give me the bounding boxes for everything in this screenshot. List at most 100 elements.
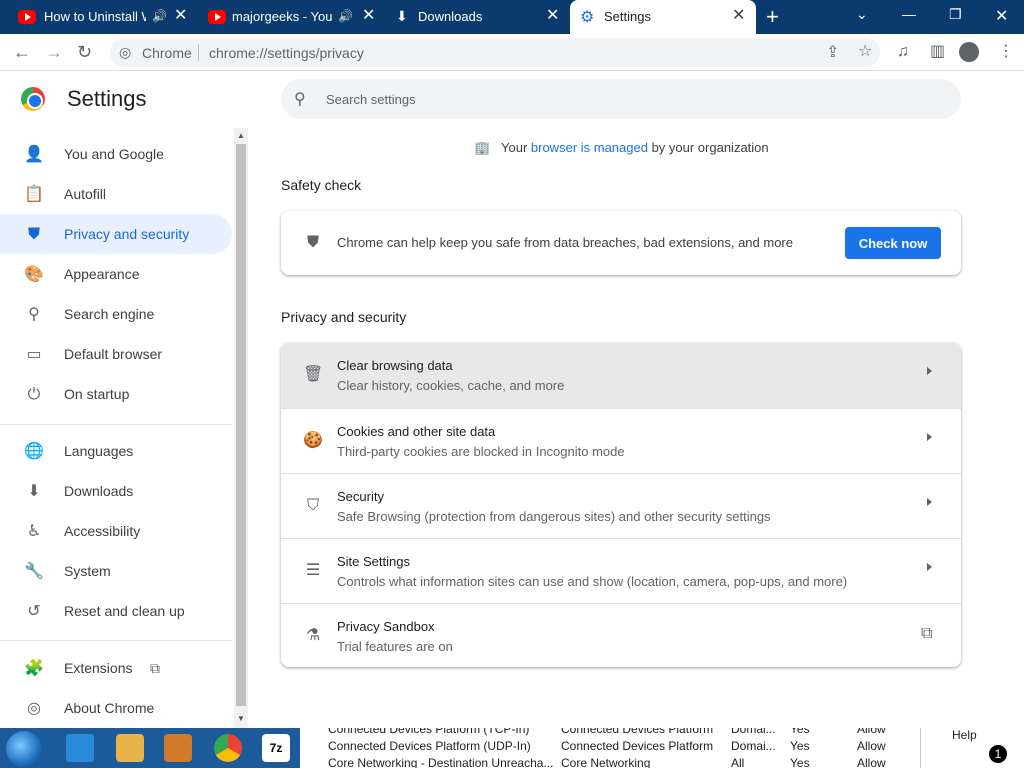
shield-icon: ⛊ (27, 226, 40, 243)
minimize-button[interactable]: — (902, 6, 916, 22)
back-button[interactable]: ← (13, 42, 31, 62)
cookie-icon: 🍪 (303, 432, 323, 449)
scrollbar-thumb[interactable] (236, 144, 246, 706)
flask-icon: ⚗ (305, 627, 321, 644)
new-tab-button[interactable]: + (766, 6, 779, 28)
restore-button[interactable]: ❐ (949, 6, 962, 23)
chrome-icon: ◎ (27, 700, 41, 717)
tab-strip: How to Uninstall W 🔊 ✕ majorgeeks - YouT… (0, 0, 1024, 34)
globe-icon: 🌐 (24, 443, 44, 460)
youtube-icon (208, 10, 226, 24)
sidebar-item-downloads[interactable]: ⬇ Downloads (0, 471, 232, 511)
building-icon: 🏢 (474, 140, 491, 155)
profile-avatar[interactable] (959, 42, 979, 62)
sidebar-item-search-engine[interactable]: ⚲ Search engine (0, 294, 232, 334)
close-icon[interactable]: ✕ (174, 7, 187, 25)
sidebar-item-on-startup[interactable]: ⏻ On startup (0, 374, 232, 414)
sidebar-item-autofill[interactable]: 📋 Autofill (0, 174, 232, 214)
managed-notice: 🏢 Your browser is managed by your organiz… (474, 140, 769, 155)
share-icon[interactable]: ⇪ (826, 44, 839, 62)
managed-link[interactable]: browser is managed (531, 140, 648, 155)
close-icon[interactable]: ✕ (732, 7, 745, 25)
power-icon: ⏻ (27, 386, 41, 403)
page-title: Settings (67, 86, 147, 111)
open-in-new-icon: ⧉ (150, 660, 160, 676)
shield-icon: ⛉ (306, 497, 319, 514)
site-name: Chrome (142, 45, 192, 61)
search-input[interactable] (326, 89, 926, 109)
media-player-icon[interactable] (164, 734, 192, 762)
forward-button[interactable]: → (45, 42, 63, 62)
search-icon: ⚲ (294, 91, 306, 108)
browser-toolbar: ← → ↻ ◎ Chrome chrome://settings/privacy… (0, 34, 1024, 71)
start-button[interactable] (6, 731, 42, 767)
tab-title: Downloads (418, 9, 483, 24)
youtube-icon (18, 10, 36, 24)
arrow-right-icon (927, 498, 932, 506)
speaker-icon[interactable]: 🔊 (338, 9, 353, 23)
trash-icon: 🗑 (303, 366, 324, 383)
row-site-settings[interactable]: ☰ Site Settings Controls what informatio… (281, 538, 961, 603)
sidebar-item-default-browser[interactable]: ▭ Default browser (0, 334, 232, 374)
scroll-up-arrow[interactable]: ▲ (237, 131, 245, 140)
wrench-icon: 🔧 (24, 563, 44, 580)
sidebar-item-appearance[interactable]: 🎨 Appearance (0, 254, 232, 294)
sidebar-item-languages[interactable]: 🌐 Languages (0, 431, 232, 471)
sidebar-item-privacy-and-security[interactable]: ⛊ Privacy and security (0, 214, 232, 254)
puzzle-icon: 🧩 (24, 660, 44, 677)
window-close-button[interactable]: ✕ (995, 6, 1008, 26)
restore-icon: ↺ (27, 603, 41, 620)
tab-title: Settings (604, 9, 651, 24)
privacy-section-heading: Privacy and security (281, 309, 407, 325)
url-text[interactable]: chrome://settings/privacy (209, 45, 364, 61)
sidebar-scrollbar[interactable]: ▲ ▼ (234, 128, 248, 728)
tab-settings[interactable]: ⚙ Settings ✕ (570, 0, 756, 34)
tab-title: majorgeeks - YouT (232, 9, 332, 24)
sidebar-item-about-chrome[interactable]: ◎ About Chrome (0, 688, 232, 728)
arrow-right-icon (927, 367, 932, 375)
tab-majorgeeks[interactable]: majorgeeks - YouT 🔊 ✕ (196, 0, 386, 34)
file-explorer-icon[interactable] (116, 734, 144, 762)
scroll-down-arrow[interactable]: ▼ (237, 714, 245, 723)
bookmark-star-icon[interactable]: ☆ (858, 43, 872, 61)
sidebar-item-extensions[interactable]: 🧩 Extensions ⧉ (0, 648, 232, 688)
sidebar-item-system[interactable]: 🔧 System (0, 551, 232, 591)
chrome-taskbar-icon[interactable] (214, 734, 242, 762)
close-icon[interactable]: ✕ (546, 7, 559, 25)
sidebar-item-reset-and-clean-up[interactable]: ↺ Reset and clean up (0, 591, 232, 631)
7zip-icon[interactable]: 7z (262, 734, 290, 762)
safety-check-heading: Safety check (281, 177, 362, 193)
row-clear-browsing-data[interactable]: 🗑 Clear browsing data Clear history, coo… (281, 343, 961, 408)
privacy-card: 🗑 Clear browsing data Clear history, coo… (281, 343, 961, 667)
arrow-right-icon (927, 433, 932, 441)
side-panel-icon[interactable]: ▥ (930, 43, 945, 61)
close-icon[interactable]: ✕ (362, 7, 375, 25)
chrome-logo (21, 87, 45, 111)
palette-icon: 🎨 (24, 266, 44, 283)
menu-icon[interactable]: ⋮ (998, 43, 1014, 61)
arrow-right-icon (927, 563, 932, 571)
search-settings-box[interactable]: ⚲ (281, 79, 961, 119)
notification-badge: 1 (989, 745, 1007, 763)
address-bar[interactable]: ◎ Chrome chrome://settings/privacy ⇪ ☆ (110, 38, 880, 67)
row-cookies[interactable]: 🍪 Cookies and other site data Third-part… (281, 408, 961, 473)
sidebar-item-you-and-google[interactable]: 👤 You and Google (0, 134, 232, 174)
check-now-button[interactable]: Check now (845, 227, 941, 259)
sidebar-item-accessibility[interactable]: ♿ Accessibility (0, 511, 232, 551)
background-window-firewall-rules: Connected Devices Platform (TCP-In) Conn… (300, 728, 1024, 768)
accessibility-icon: ♿ (26, 523, 42, 540)
tab-how-to-uninstall[interactable]: How to Uninstall W 🔊 ✕ (0, 0, 196, 34)
row-security[interactable]: ⛉ Security Safe Browsing (protection fro… (281, 473, 961, 538)
browser-icon: ▭ (26, 346, 42, 363)
internet-explorer-icon[interactable] (66, 734, 94, 762)
speaker-icon[interactable]: 🔊 (152, 9, 167, 23)
reload-button[interactable]: ↻ (77, 42, 92, 62)
download-icon: ⬇ (396, 8, 408, 24)
open-in-new-icon: ⧉ (921, 625, 933, 642)
media-control-icon[interactable]: ♫ (897, 43, 909, 61)
tab-search-icon[interactable]: ⌄ (856, 6, 868, 23)
shield-check-icon: ⛊ (306, 234, 319, 251)
row-privacy-sandbox[interactable]: ⚗ Privacy Sandbox Trial features are on … (281, 603, 961, 667)
tab-downloads[interactable]: ⬇ Downloads ✕ (386, 0, 568, 34)
help-link[interactable]: Help (952, 728, 977, 742)
